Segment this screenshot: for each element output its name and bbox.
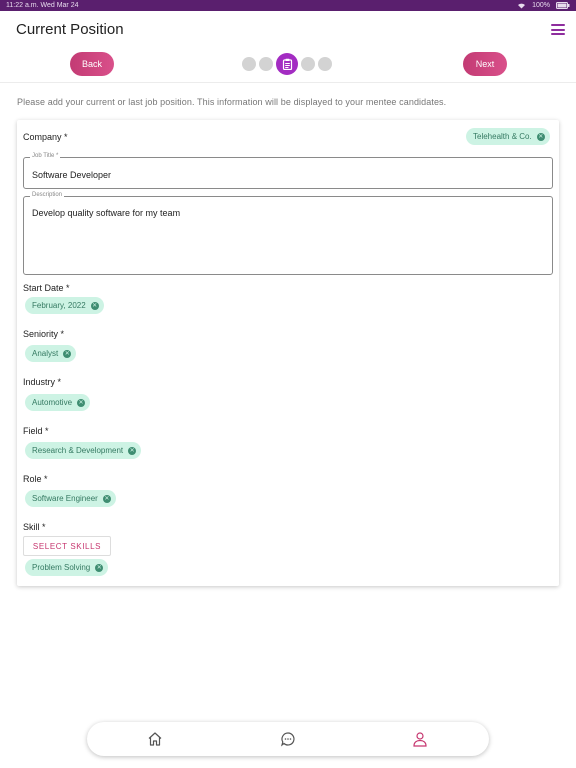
profile-icon[interactable] xyxy=(412,731,428,747)
close-icon[interactable]: ✕ xyxy=(536,132,545,141)
chip-label: Analyst xyxy=(32,349,59,358)
close-icon[interactable]: ✕ xyxy=(95,563,104,572)
close-icon[interactable]: ✕ xyxy=(77,398,86,407)
close-icon[interactable]: ✕ xyxy=(128,446,137,455)
skill-chip[interactable]: Problem Solving ✕ xyxy=(25,559,109,576)
divider xyxy=(0,82,576,83)
skill-label: Skill * xyxy=(23,522,46,532)
job-title-value: Software Developer xyxy=(32,170,112,180)
description-label: Description xyxy=(30,192,65,198)
seniority-label: Seniority * xyxy=(23,329,65,339)
step-dot xyxy=(259,57,273,71)
chip-label: Automotive xyxy=(32,398,73,407)
role-label: Role * xyxy=(23,474,48,484)
chip-label: February, 2022 xyxy=(32,301,86,310)
chat-icon[interactable] xyxy=(280,731,296,747)
intro-text: Please add your current or last job posi… xyxy=(17,97,447,107)
chip-label: Telehealth & Co. xyxy=(473,132,532,141)
description-field[interactable]: Description Develop quality software for… xyxy=(23,192,553,275)
role-chip[interactable]: Software Engineer ✕ xyxy=(25,490,116,507)
step-dot xyxy=(242,57,256,71)
job-title-label: Job Title * xyxy=(30,153,61,159)
seniority-chip[interactable]: Analyst ✕ xyxy=(25,345,77,362)
field-label: Field * xyxy=(23,426,49,436)
step-dot xyxy=(301,57,315,71)
industry-label: Industry * xyxy=(23,377,62,387)
home-icon[interactable] xyxy=(147,731,163,747)
next-button[interactable]: Next xyxy=(463,52,507,76)
company-chip[interactable]: Telehealth & Co. ✕ xyxy=(466,128,550,145)
step-dot xyxy=(318,57,332,71)
step-dot-active xyxy=(276,53,298,75)
field-chip[interactable]: Research & Development ✕ xyxy=(25,442,142,459)
close-icon[interactable]: ✕ xyxy=(90,301,99,310)
chip-label: Software Engineer xyxy=(32,494,98,503)
select-skills-button[interactable]: SELECT SKILLS xyxy=(23,536,111,556)
chip-label: Problem Solving xyxy=(32,563,91,572)
status-bar: 11:22 a.m. Wed Mar 24 100% xyxy=(0,0,576,11)
step-navigation: Back Next xyxy=(0,52,576,78)
wifi-icon xyxy=(518,3,526,9)
step-indicator xyxy=(242,52,332,76)
header: Current Position xyxy=(0,11,576,47)
description-value: Develop quality software for my team xyxy=(32,208,181,218)
close-icon[interactable]: ✕ xyxy=(102,494,111,503)
chip-label: Research & Development xyxy=(32,446,124,455)
menu-icon[interactable] xyxy=(551,24,565,35)
battery-icon xyxy=(556,2,570,9)
bottom-navigation xyxy=(87,722,489,756)
company-label: Company * xyxy=(23,132,68,142)
start-date-label: Start Date * xyxy=(23,283,70,293)
clipboard-icon xyxy=(282,58,292,70)
battery-percent: 100% xyxy=(532,2,550,9)
start-date-chip[interactable]: February, 2022 ✕ xyxy=(25,297,104,314)
industry-chip[interactable]: Automotive ✕ xyxy=(25,394,91,411)
job-title-field[interactable]: Job Title * Software Developer xyxy=(23,153,553,189)
close-icon[interactable]: ✕ xyxy=(63,349,72,358)
back-button[interactable]: Back xyxy=(70,52,114,76)
status-time: 11:22 a.m. Wed Mar 24 xyxy=(6,2,79,9)
page-title: Current Position xyxy=(16,21,124,38)
position-form: Company * Telehealth & Co. ✕ Job Title *… xyxy=(17,120,559,586)
